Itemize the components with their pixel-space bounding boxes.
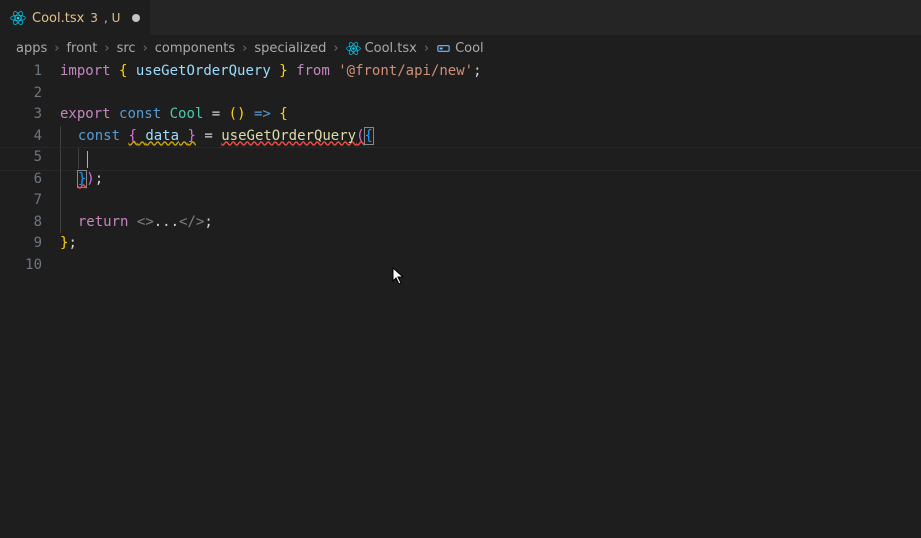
line-number: 9 [0, 233, 42, 255]
breadcrumb-separator: › [104, 41, 109, 56]
breadcrumbs[interactable]: apps › front › src › components › specia… [0, 35, 921, 61]
code-line[interactable] [60, 147, 921, 169]
breadcrumb-item[interactable]: specialized [254, 41, 326, 56]
breadcrumb-separator: › [143, 41, 148, 56]
tab-bar: Cool.tsx 3 , U [0, 0, 921, 35]
code-line[interactable] [60, 190, 921, 212]
breadcrumb-item[interactable]: front [66, 41, 97, 56]
text-cursor [87, 151, 88, 168]
tab-filename: Cool.tsx [32, 11, 84, 26]
breadcrumb-separator: › [424, 41, 429, 56]
breadcrumb-item[interactable]: components [155, 41, 235, 56]
breadcrumb-symbol[interactable]: Cool [455, 41, 484, 56]
line-number: 10 [0, 255, 42, 277]
tab-dirty-indicator[interactable] [132, 14, 140, 22]
line-number: 7 [0, 190, 42, 212]
react-icon [10, 10, 26, 26]
code-line[interactable]: }); [60, 169, 921, 191]
code-line[interactable] [60, 255, 921, 277]
line-number: 8 [0, 212, 42, 234]
code-line[interactable]: }; [60, 233, 921, 255]
breadcrumb-separator: › [242, 41, 247, 56]
code-line[interactable]: return <>...</>; [60, 212, 921, 234]
line-number: 1 [0, 61, 42, 83]
file-tab[interactable]: Cool.tsx 3 , U [0, 0, 150, 35]
breadcrumb-separator: › [54, 41, 59, 56]
line-number: 6 [0, 169, 42, 191]
code-line[interactable]: export const Cool = () => { [60, 104, 921, 126]
code-area[interactable]: import { useGetOrderQuery } from '@front… [60, 61, 921, 276]
line-number: 5 [0, 147, 42, 169]
breadcrumb-item[interactable]: Cool.tsx [365, 41, 417, 56]
line-number-gutter: 1 2 3 4 5 6 7 8 9 10 [0, 61, 60, 276]
variable-symbol-icon [436, 41, 451, 56]
react-icon [346, 41, 361, 56]
breadcrumb-item[interactable]: apps [16, 41, 47, 56]
code-line[interactable]: const { data } = useGetOrderQuery({ [60, 126, 921, 148]
tab-error-count: 3 [90, 11, 98, 25]
code-line[interactable]: import { useGetOrderQuery } from '@front… [60, 61, 921, 83]
code-line[interactable] [60, 83, 921, 105]
code-editor[interactable]: 1 2 3 4 5 6 7 8 9 10 import { useGetOrde… [0, 61, 921, 276]
line-number: 4 [0, 126, 42, 148]
breadcrumb-item[interactable]: src [117, 41, 136, 56]
line-number: 3 [0, 104, 42, 126]
line-number: 2 [0, 83, 42, 105]
tab-git-status: , U [104, 11, 120, 25]
breadcrumb-separator: › [333, 41, 338, 56]
